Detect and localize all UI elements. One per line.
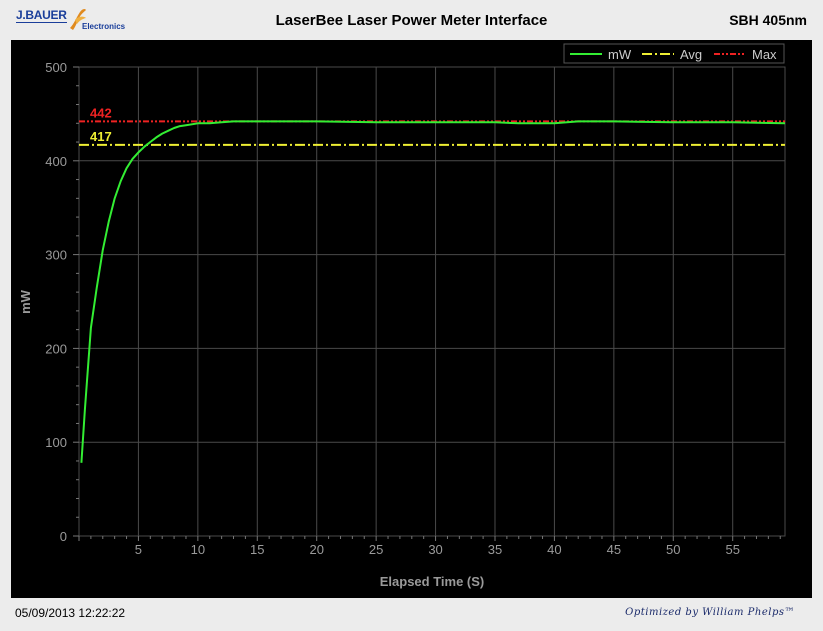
x-tick-label: 55 xyxy=(725,542,739,557)
timestamp: 05/09/2013 12:22:22 xyxy=(15,606,126,620)
y-tick-label: 400 xyxy=(45,154,67,169)
reference-label-max: 442 xyxy=(90,105,112,120)
reference-label-avg: 417 xyxy=(90,129,112,144)
x-tick-label: 5 xyxy=(135,542,142,557)
header-bar: J.BAUER Electronics LaserBee Laser Power… xyxy=(0,0,823,40)
x-axis-label: Elapsed Time (S) xyxy=(380,574,485,589)
x-tick-label: 30 xyxy=(428,542,442,557)
power-chart: 5 10 15 20 25 30 35 40 45 50 55 0 100 200 300 400 500 41… xyxy=(18,43,786,589)
series-line-mw xyxy=(80,120,786,463)
x-tick-label: 40 xyxy=(547,542,561,557)
y-tick-label: 300 xyxy=(45,248,67,263)
credit-signature: Optimized by William Phelps™ xyxy=(625,607,795,618)
device-label: SBH 405nm xyxy=(729,12,807,28)
x-tick-label: 45 xyxy=(607,542,621,557)
axis-layer: 5 10 15 20 25 30 35 40 45 50 55 0 100 200 300 400 500 xyxy=(45,60,781,557)
y-tick-label: 100 xyxy=(45,435,67,450)
x-tick-label: 25 xyxy=(369,542,383,557)
chart-panel: 5 10 15 20 25 30 35 40 45 50 55 0 100 200 300 400 500 41… xyxy=(11,40,812,598)
legend-label-max: Max xyxy=(752,47,777,62)
y-tick-label: 500 xyxy=(45,60,67,75)
y-axis-label: mW xyxy=(18,289,33,314)
x-tick-label: 20 xyxy=(309,542,323,557)
plot-frame xyxy=(78,66,786,537)
app-title: LaserBee Laser Power Meter Interface xyxy=(275,12,548,29)
series-layer xyxy=(80,120,786,463)
legend-label-mw: mW xyxy=(608,47,632,62)
y-tick-label: 0 xyxy=(60,529,67,544)
x-tick-label: 15 xyxy=(250,542,264,557)
x-tick-label: 50 xyxy=(666,542,680,557)
footer-bar: 05/09/2013 12:22:22 Optimized by William… xyxy=(0,598,823,631)
y-tick-label: 200 xyxy=(45,341,67,356)
x-tick-label: 10 xyxy=(191,542,205,557)
grid-layer xyxy=(78,66,786,537)
legend: mW Avg Max xyxy=(563,43,785,64)
legend-label-avg: Avg xyxy=(680,47,702,62)
x-tick-label: 35 xyxy=(488,542,502,557)
